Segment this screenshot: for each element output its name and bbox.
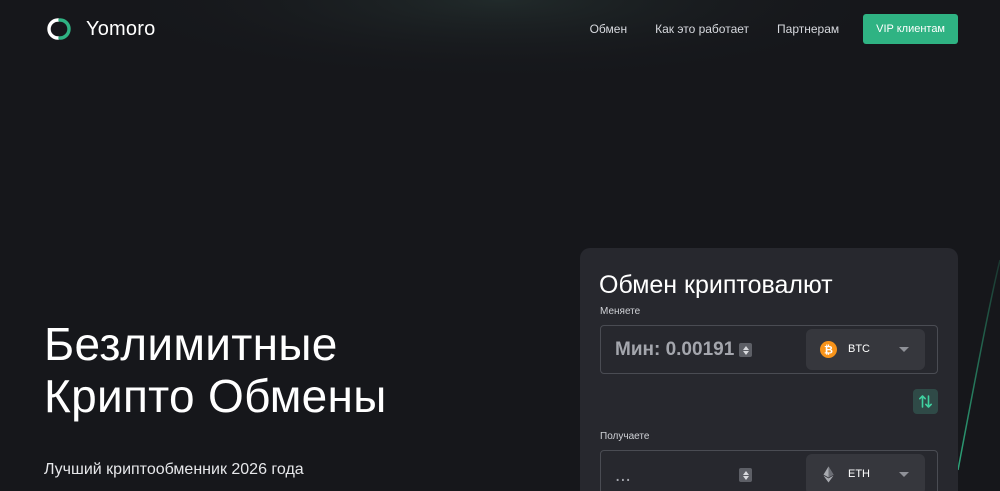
- receive-field: ... ETH: [600, 450, 938, 491]
- chevron-down-icon: [899, 472, 909, 477]
- send-amount-input[interactable]: Мин: 0.00191: [615, 339, 734, 361]
- send-currency-name: BTC: [848, 343, 870, 355]
- receive-amount-input[interactable]: ...: [615, 465, 631, 487]
- bitcoin-icon: ₿: [820, 341, 837, 358]
- nav-exchange-link[interactable]: Обмен: [590, 22, 628, 36]
- svg-text:₿: ₿: [824, 344, 833, 356]
- exchange-title: Обмен криптовалют: [599, 271, 833, 299]
- nav-partners-link[interactable]: Партнерам: [777, 22, 839, 36]
- send-field: Мин: 0.00191 ₿ BTC: [600, 325, 938, 374]
- swap-arrows-icon: [919, 395, 932, 408]
- exchange-card: Обмен криптовалют Меняете Мин: 0.00191 ₿…: [580, 248, 958, 491]
- send-label: Меняете: [600, 306, 641, 317]
- receive-currency-name: ETH: [848, 468, 870, 480]
- header: Yomoro Обмен Как это работает Партнерам …: [0, 0, 1000, 60]
- receive-label: Получаете: [600, 431, 650, 442]
- logo[interactable]: Yomoro: [44, 15, 155, 43]
- vip-clients-button[interactable]: VIP клиентам: [863, 14, 958, 44]
- send-currency-select[interactable]: ₿ BTC: [806, 329, 925, 370]
- receive-amount-stepper[interactable]: [739, 468, 752, 482]
- send-amount-stepper[interactable]: [739, 343, 752, 357]
- hero-subtitle: Лучший криптообменник 2026 года: [44, 461, 304, 478]
- yomoro-logo-icon: [47, 18, 71, 40]
- hero-title-line2: Крипто Обмены: [44, 370, 387, 422]
- chevron-down-icon: [899, 347, 909, 352]
- nav-how-it-works-link[interactable]: Как это работает: [655, 22, 749, 36]
- hero-title-line1: Безлимитные: [44, 318, 338, 370]
- top-nav: Обмен Как это работает Партнерам VIP кли…: [590, 14, 958, 44]
- brand-name: Yomoro: [86, 17, 156, 40]
- swap-button[interactable]: [913, 389, 938, 414]
- ethereum-icon: [823, 466, 834, 483]
- receive-currency-select[interactable]: ETH: [806, 454, 925, 491]
- hero-title: Безлимитные Крипто Обмены: [44, 318, 524, 422]
